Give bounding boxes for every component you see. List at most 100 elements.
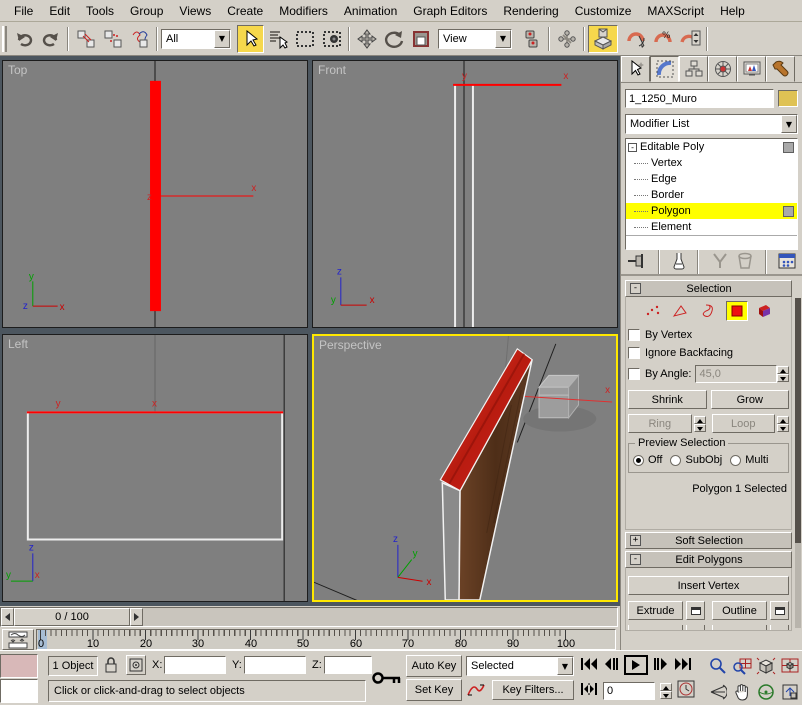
track-bar-ruler[interactable]: 0 10 20 30 40 50 60 70 80 90 100 bbox=[36, 629, 616, 650]
selection-filter-dropdown[interactable]: All▼ bbox=[161, 29, 231, 49]
play-animation-button[interactable] bbox=[624, 655, 648, 675]
toolbar-grip[interactable] bbox=[2, 26, 7, 52]
element-subobject-button[interactable] bbox=[754, 301, 776, 321]
stack-item-border[interactable]: Border bbox=[626, 187, 797, 203]
rollout-toggle-icon[interactable]: - bbox=[630, 283, 641, 294]
menu-create[interactable]: Create bbox=[219, 1, 271, 21]
field-of-view-button[interactable] bbox=[706, 679, 730, 705]
go-to-end-button[interactable] bbox=[674, 657, 692, 674]
tab-motion[interactable] bbox=[708, 56, 737, 82]
menu-graph-editors[interactable]: Graph Editors bbox=[405, 1, 495, 21]
object-name-field[interactable]: 1_1250_Muro bbox=[625, 89, 774, 108]
time-slider-prev-button[interactable] bbox=[1, 608, 14, 626]
maxscript-listener-white[interactable] bbox=[0, 679, 38, 703]
set-key-button[interactable]: Set Key bbox=[406, 679, 462, 701]
clipped-button[interactable] bbox=[628, 625, 683, 630]
redo-button[interactable] bbox=[37, 25, 64, 53]
show-end-result-button[interactable] bbox=[672, 252, 686, 273]
zoom-extents-button[interactable] bbox=[754, 653, 778, 679]
border-subobject-button[interactable] bbox=[698, 301, 720, 321]
viewport-label[interactable]: Top bbox=[8, 63, 27, 77]
go-to-start-button[interactable] bbox=[580, 657, 598, 674]
insert-vertex-button[interactable]: Insert Vertex bbox=[628, 576, 789, 595]
viewport-left[interactable]: y x z y x Left bbox=[2, 334, 308, 602]
ring-button[interactable]: Ring bbox=[628, 414, 692, 433]
rollout-toggle-icon[interactable]: - bbox=[630, 554, 641, 565]
rollout-toggle-icon[interactable]: + bbox=[630, 535, 641, 546]
arc-rotate-button[interactable] bbox=[754, 679, 778, 705]
preview-off-radio[interactable]: Off bbox=[633, 454, 662, 466]
polygon-subobject-button[interactable] bbox=[726, 301, 748, 321]
tab-display[interactable] bbox=[737, 56, 766, 82]
selection-set-dropdown[interactable]: Selected▼ bbox=[466, 656, 574, 676]
menu-views[interactable]: Views bbox=[171, 1, 219, 21]
menu-edit[interactable]: Edit bbox=[41, 1, 78, 21]
current-frame-field[interactable]: 0 bbox=[603, 682, 655, 700]
z-coordinate-input[interactable] bbox=[324, 656, 372, 674]
undo-button[interactable] bbox=[10, 25, 37, 53]
unlink-selection-button[interactable] bbox=[99, 25, 126, 53]
wall-object-perspective[interactable] bbox=[440, 349, 532, 600]
make-unique-button[interactable] bbox=[711, 252, 729, 273]
select-and-move-button[interactable] bbox=[353, 25, 380, 53]
menu-help[interactable]: Help bbox=[712, 1, 753, 21]
viewport-label[interactable]: Left bbox=[8, 337, 28, 351]
snaps-toggle-button[interactable] bbox=[588, 25, 618, 53]
previous-frame-button[interactable] bbox=[603, 657, 619, 674]
tab-utilities[interactable] bbox=[766, 56, 795, 82]
selection-lock-toggle[interactable] bbox=[104, 656, 118, 677]
stack-item-polygon[interactable]: Polygon bbox=[626, 203, 797, 219]
use-pivot-point-center-button[interactable] bbox=[518, 25, 545, 53]
stack-onoff-toggle[interactable] bbox=[783, 206, 794, 217]
remove-modifier-button[interactable] bbox=[737, 252, 753, 273]
menu-maxscript[interactable]: MAXScript bbox=[639, 1, 712, 21]
stack-item-edge[interactable]: Edge bbox=[626, 171, 797, 187]
loop-spinner[interactable] bbox=[777, 416, 789, 432]
vertex-subobject-button[interactable] bbox=[642, 301, 664, 321]
clipped-button[interactable] bbox=[712, 625, 767, 630]
time-configuration-button[interactable] bbox=[677, 680, 695, 701]
loop-button[interactable]: Loop bbox=[712, 414, 776, 433]
zoom-all-button[interactable] bbox=[730, 653, 754, 679]
select-and-manipulate-button[interactable] bbox=[553, 25, 580, 53]
select-object-button[interactable] bbox=[237, 25, 264, 53]
tab-hierarchy[interactable] bbox=[679, 56, 708, 82]
pin-stack-button[interactable] bbox=[627, 253, 647, 272]
stack-item-editable-poly[interactable]: - Editable Poly bbox=[626, 139, 797, 155]
stack-item-element[interactable]: Element bbox=[626, 219, 797, 235]
stack-item-vertex[interactable]: Vertex bbox=[626, 155, 797, 171]
extrude-button[interactable]: Extrude bbox=[628, 601, 683, 620]
grow-button[interactable]: Grow bbox=[711, 390, 790, 409]
select-and-scale-button[interactable] bbox=[407, 25, 434, 53]
reference-coordinate-dropdown[interactable]: View▼ bbox=[438, 29, 512, 49]
menu-group[interactable]: Group bbox=[122, 1, 171, 21]
by-vertex-checkbox[interactable] bbox=[628, 329, 640, 341]
select-by-name-button[interactable] bbox=[264, 25, 291, 53]
next-frame-button[interactable] bbox=[653, 657, 669, 674]
auto-key-button[interactable]: Auto Key bbox=[406, 655, 462, 677]
zoom-button[interactable] bbox=[706, 653, 730, 679]
background-box-object[interactable] bbox=[539, 375, 578, 417]
bind-to-space-warp-button[interactable] bbox=[126, 25, 153, 53]
percent-snap-toggle-button[interactable]: % bbox=[649, 25, 676, 53]
viewport-top[interactable]: z x y x z Top bbox=[2, 60, 308, 328]
ignore-backfacing-checkbox[interactable] bbox=[628, 347, 640, 359]
y-coordinate-input[interactable] bbox=[244, 656, 306, 674]
shrink-button[interactable]: Shrink bbox=[628, 390, 707, 409]
angle-snap-toggle-button[interactable] bbox=[622, 25, 649, 53]
by-angle-checkbox[interactable] bbox=[628, 368, 640, 380]
rollout-header-soft-selection[interactable]: +Soft Selection bbox=[625, 532, 792, 549]
configure-modifier-sets-button[interactable] bbox=[778, 253, 796, 272]
viewport-label[interactable]: Front bbox=[318, 63, 346, 77]
panel-scrollbar-thumb[interactable] bbox=[795, 298, 801, 543]
panel-scrollbar-track[interactable] bbox=[795, 298, 801, 628]
modifier-list-dropdown[interactable]: Modifier List▼ bbox=[625, 114, 798, 134]
time-slider-next-button[interactable] bbox=[130, 608, 143, 626]
select-and-rotate-button[interactable] bbox=[380, 25, 407, 53]
key-filters-button[interactable]: Key Filters... bbox=[492, 680, 574, 700]
stack-onoff-toggle[interactable] bbox=[783, 142, 794, 153]
pan-view-button[interactable] bbox=[730, 679, 754, 705]
menu-rendering[interactable]: Rendering bbox=[495, 1, 566, 21]
maximize-viewport-toggle-button[interactable] bbox=[778, 679, 802, 705]
by-angle-field[interactable]: 45,0 bbox=[695, 365, 777, 383]
